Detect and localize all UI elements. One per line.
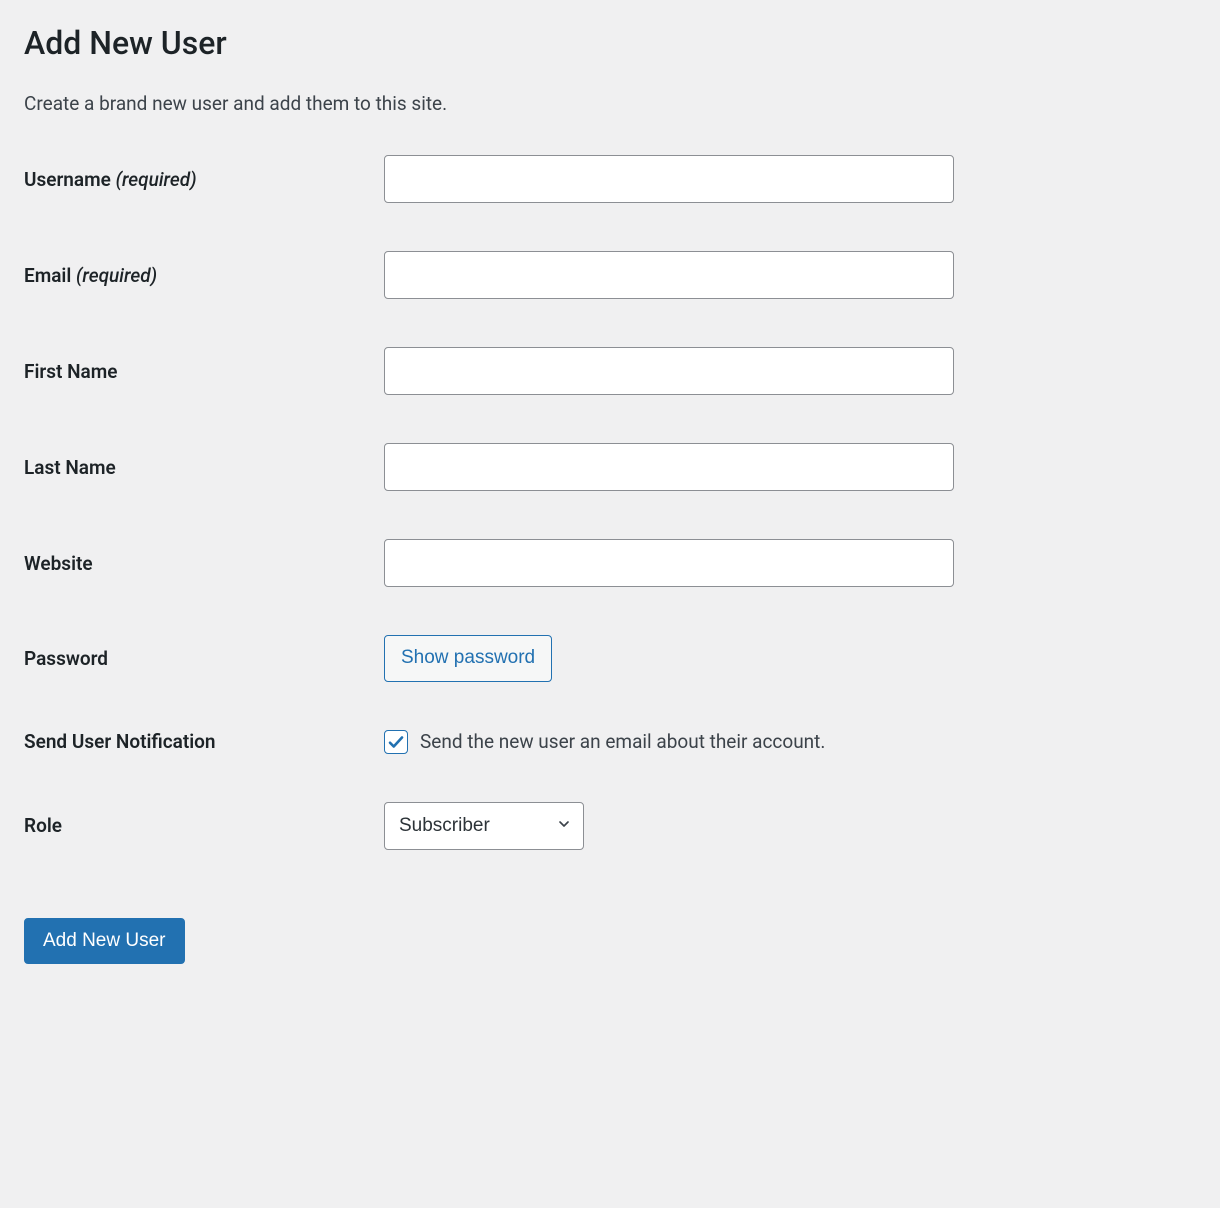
email-input[interactable] (384, 251, 954, 299)
website-label: Website (24, 552, 384, 575)
email-label: Email (required) (24, 264, 384, 287)
first-name-label: First Name (24, 360, 384, 383)
role-label: Role (24, 814, 384, 837)
page-title: Add New User (24, 24, 1196, 62)
add-user-form: Username (required) Email (required) Fir… (24, 155, 1196, 850)
website-row: Website (24, 539, 1196, 587)
add-new-user-button[interactable]: Add New User (24, 918, 185, 965)
email-row: Email (required) (24, 251, 1196, 299)
role-select[interactable]: Subscriber (384, 802, 584, 850)
notification-checkbox[interactable] (384, 730, 408, 754)
password-label: Password (24, 647, 384, 670)
check-icon (387, 733, 405, 751)
last-name-row: Last Name (24, 443, 1196, 491)
page-description: Create a brand new user and add them to … (24, 92, 1196, 115)
first-name-row: First Name (24, 347, 1196, 395)
role-row: Role Subscriber (24, 802, 1196, 850)
notification-label: Send User Notification (24, 730, 384, 753)
notification-row: Send User Notification Send the new user… (24, 730, 1196, 754)
username-required-note: (required) (116, 168, 197, 191)
password-row: Password Show password (24, 635, 1196, 682)
website-input[interactable] (384, 539, 954, 587)
last-name-label: Last Name (24, 456, 384, 479)
first-name-input[interactable] (384, 347, 954, 395)
email-required-note: (required) (76, 264, 157, 287)
last-name-input[interactable] (384, 443, 954, 491)
username-row: Username (required) (24, 155, 1196, 203)
username-label: Username (required) (24, 168, 384, 191)
username-input[interactable] (384, 155, 954, 203)
show-password-button[interactable]: Show password (384, 635, 552, 682)
notification-checkbox-label: Send the new user an email about their a… (420, 730, 825, 753)
